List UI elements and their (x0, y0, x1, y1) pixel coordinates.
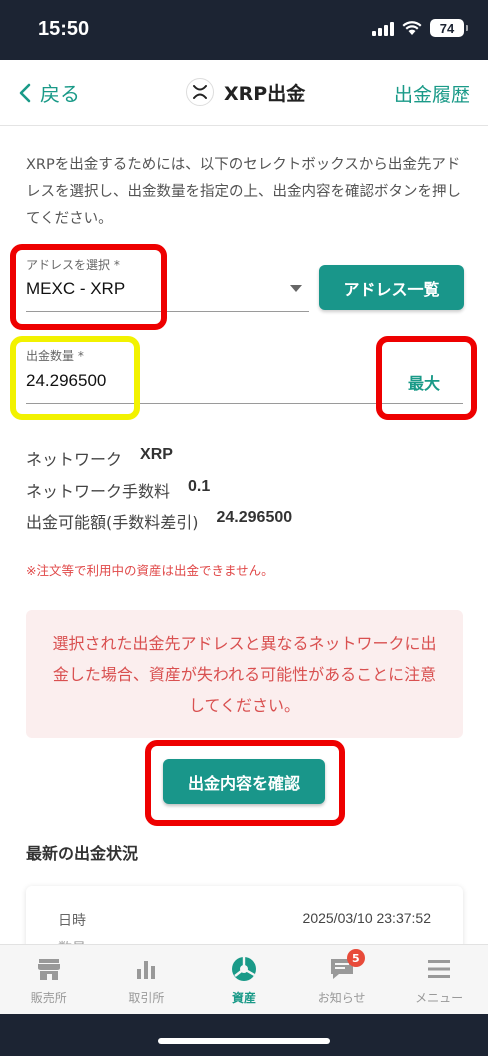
signal-icon (372, 20, 394, 36)
wifi-icon (402, 21, 422, 35)
pie-chart-icon (231, 957, 256, 981)
available-value: 24.296500 (216, 509, 293, 526)
tab-exchange[interactable]: 取引所 (98, 945, 196, 1014)
withdraw-history-link[interactable]: 出金履歴 (394, 80, 470, 107)
address-select-underline (26, 311, 309, 312)
home-bar-area (0, 1014, 488, 1056)
status-bar: 15:50 74 (0, 0, 488, 60)
address-select-value[interactable]: MEXC - XRP (26, 279, 125, 299)
note-text: ※注文等で利用中の資産は出金できません。 (26, 563, 274, 578)
xrp-logo-icon (186, 78, 214, 106)
tab-assets[interactable]: 資産 (195, 945, 293, 1014)
max-button[interactable]: 最大 (408, 370, 440, 394)
page-title-group: XRP出金 (186, 78, 305, 106)
fee-label: ネットワーク手数料 (26, 482, 171, 501)
available-label: 出金可能額(手数料差引) (26, 513, 199, 532)
back-label: 戻る (40, 82, 80, 106)
store-icon (37, 959, 60, 980)
home-indicator[interactable] (158, 1038, 330, 1044)
date-value: 2025/03/10 23:37:52 (302, 910, 431, 926)
available-row: 出金可能額(手数料差引) 24.296500 (26, 509, 292, 533)
tab-notices[interactable]: 5 お知らせ (293, 945, 391, 1014)
chevron-left-icon (19, 83, 31, 102)
tab-exchange-label: 取引所 (128, 991, 165, 1005)
address-select-label: アドレスを選択 * (26, 258, 120, 272)
network-label: ネットワーク (26, 450, 123, 469)
date-label: 日時 (58, 913, 86, 929)
network-row: ネットワーク XRP (26, 446, 173, 470)
header: 戻る XRP出金 出金履歴 (0, 60, 488, 126)
tab-store[interactable]: 販売所 (0, 945, 98, 1014)
network-value: XRP (140, 446, 173, 463)
tab-assets-label: 資産 (231, 991, 256, 1005)
tab-menu[interactable]: メニュー (390, 945, 488, 1014)
battery-icon: 74 (430, 19, 468, 37)
fee-value: 0.1 (188, 478, 211, 495)
amount-input[interactable]: 24.296500 (26, 371, 106, 391)
notification-badge: 5 (346, 949, 365, 967)
amount-underline (26, 403, 463, 404)
address-list-button[interactable]: アドレス一覧 (319, 265, 464, 310)
status-icons: 74 (372, 19, 468, 37)
bottom-tab-bar: 販売所 取引所 資産 5 お知らせ メニュー (0, 944, 488, 1014)
confirm-withdraw-button[interactable]: 出金内容を確認 (163, 759, 325, 804)
fee-row: ネットワーク手数料 0.1 (26, 478, 210, 502)
warning-box: 選択された出金先アドレスと異なるネットワークに出金した場合、資産が失われる可能性… (26, 610, 463, 738)
latest-withdraw-title: 最新の出金状況 (26, 844, 139, 863)
tab-menu-label: メニュー (415, 991, 464, 1005)
battery-level: 74 (439, 20, 455, 36)
status-time: 15:50 (38, 18, 90, 40)
back-button[interactable]: 戻る (16, 78, 80, 107)
menu-icon (428, 960, 451, 978)
tab-store-label: 販売所 (30, 991, 67, 1005)
chart-icon (137, 961, 156, 979)
page-title: XRP出金 (224, 82, 306, 105)
amount-label: 出金数量 * (26, 349, 84, 363)
dropdown-arrow-icon[interactable] (290, 285, 302, 292)
instruction-text: XRPを出金するためには、以下のセレクトボックスから出金先アドレスを選択し、出金… (26, 157, 461, 227)
tab-notices-label: お知らせ (317, 991, 366, 1005)
